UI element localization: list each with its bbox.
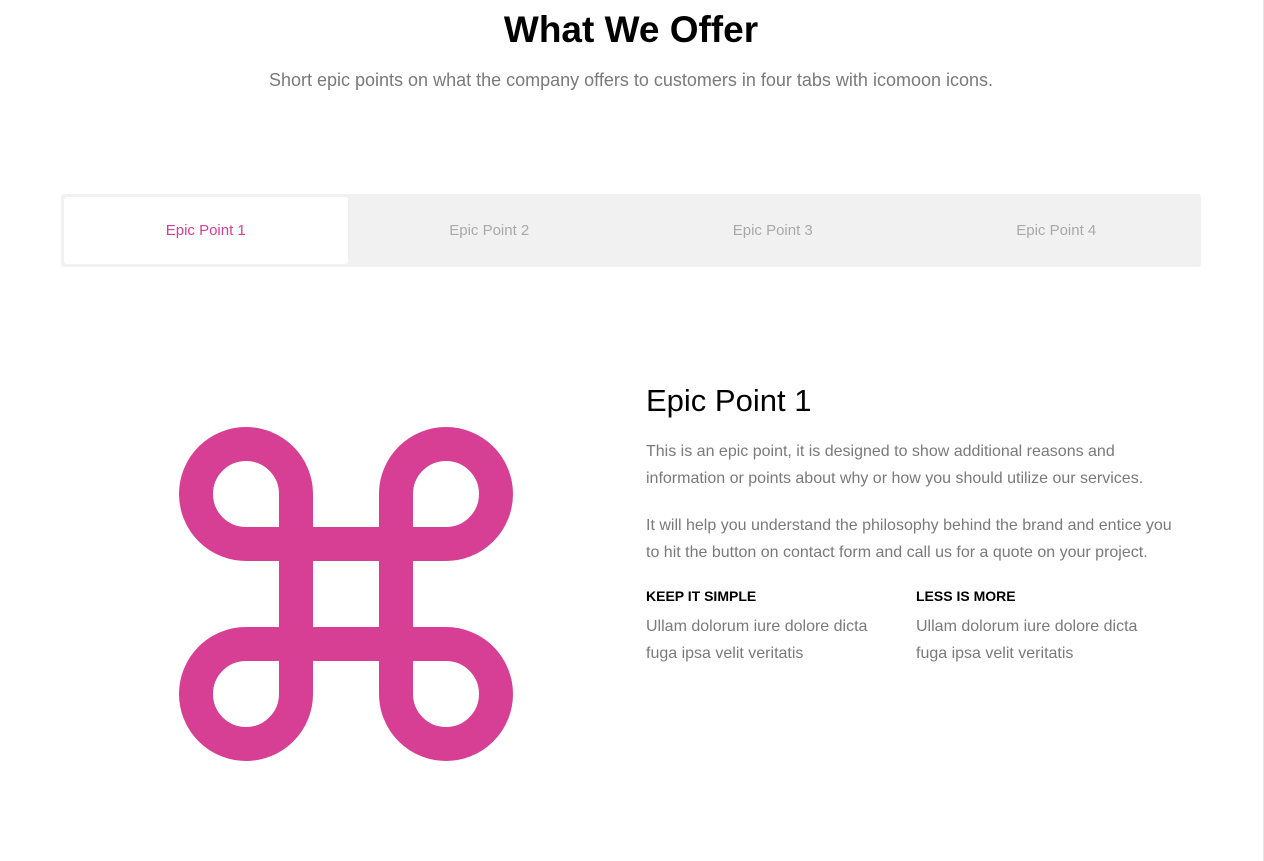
feature-title: Less is more: [916, 588, 1016, 604]
tab-epic-point-3[interactable]: Epic Point 3: [631, 197, 915, 264]
epic-point-panel: Epic Point 1 This is an epic point, it i…: [646, 380, 1186, 667]
section-subtitle: Short epic points on what the company of…: [268, 70, 994, 90]
panel-title: Epic Point 1: [646, 383, 812, 418]
panel-paragraph-2: It will help you understand the philosop…: [646, 517, 1172, 561]
panel-paragraph-1: This is an epic point, it is designed to…: [646, 443, 1144, 487]
tab-epic-point-4[interactable]: Epic Point 4: [915, 197, 1199, 264]
feature-title: Keep it simple: [646, 588, 757, 604]
command-icon: [176, 424, 516, 764]
feature-list: Keep it simple Ullam dolorum iure dolore…: [646, 586, 1186, 667]
feature-text: Ullam dolorum iure dolore dicta fuga ips…: [646, 618, 868, 662]
tab-epic-point-2[interactable]: Epic Point 2: [348, 197, 632, 264]
feature-keep-it-simple: Keep it simple Ullam dolorum iure dolore…: [646, 586, 916, 667]
feature-less-is-more: Less is more Ullam dolorum iure dolore d…: [916, 586, 1186, 667]
what-we-offer-page: What We Offer Short epic points on what …: [0, 0, 1264, 861]
feature-text: Ullam dolorum iure dolore dicta fuga ips…: [916, 618, 1138, 662]
tab-epic-point-1[interactable]: Epic Point 1: [64, 197, 348, 264]
section-title: What We Offer: [503, 9, 759, 50]
epic-point-tabs: Epic Point 1 Epic Point 2 Epic Point 3 E…: [61, 194, 1201, 267]
